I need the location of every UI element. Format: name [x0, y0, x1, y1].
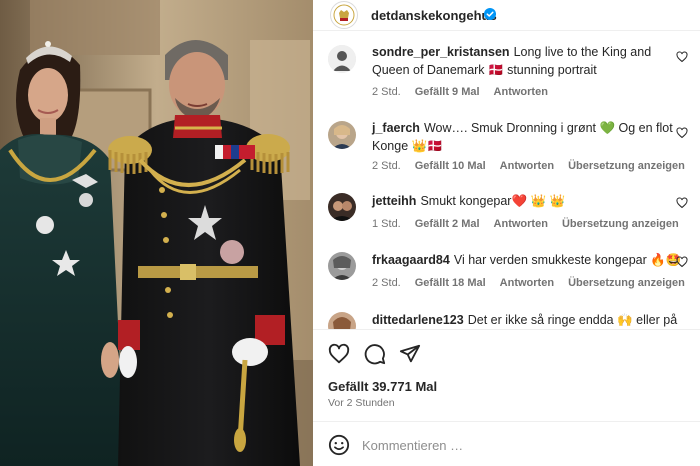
comment-meta: 2 Std. Gefällt 10 Mal Antworten Übersetzung… — [372, 160, 699, 172]
translate-button[interactable]: Übersetzung anzeigen — [568, 277, 685, 289]
commenter-avatar[interactable] — [328, 121, 356, 149]
comment-text: Det er ikke så ringe endda 🙌 eller på — [467, 313, 678, 327]
commenter-avatar[interactable] — [328, 193, 356, 221]
comment-time[interactable]: 2 Std. — [372, 160, 401, 172]
translate-button[interactable]: Übersetzung anzeigen — [568, 160, 685, 172]
comment-time[interactable]: 2 Std. — [372, 277, 401, 289]
comment-text-block: frkaagaard84 Vi har verden smukkeste kong… — [372, 251, 690, 269]
post-side-panel: detdanskekongehus sondre_per_kristansen L… — [313, 0, 700, 466]
commenter-avatar[interactable] — [328, 45, 356, 73]
comment-username[interactable]: dittedarlene123 — [372, 313, 464, 327]
comments-list[interactable]: sondre_per_kristansen Long live to the Ki… — [313, 31, 700, 329]
send-icon[interactable] — [399, 343, 421, 365]
comment-text: Smukt kongepar❤️ 👑 👑 — [420, 194, 566, 208]
comment-input[interactable] — [362, 432, 662, 458]
reply-button[interactable]: Antworten — [494, 218, 548, 230]
comment-username[interactable]: sondre_per_kristansen — [372, 45, 510, 59]
likes-count[interactable]: Gefällt 39.771 Mal — [328, 379, 437, 394]
comment-meta: 2 Std. Gefällt 9 Mal Antworten — [372, 86, 562, 98]
account-avatar[interactable] — [330, 1, 358, 29]
add-comment-bar — [313, 421, 700, 466]
emoji-icon[interactable] — [328, 434, 350, 456]
comment-time[interactable]: 2 Std. — [372, 86, 401, 98]
comment-text-block: dittedarlene123 Det er ikke så ringe endd… — [372, 311, 690, 329]
comment-username[interactable]: j_faerch — [372, 121, 420, 135]
reply-button[interactable]: Antworten — [500, 160, 554, 172]
reply-button[interactable]: Antworten — [500, 277, 554, 289]
comment-likes[interactable]: Gefällt 18 Mal — [415, 277, 486, 289]
user-silhouette-icon — [328, 45, 356, 73]
comment-username[interactable]: jetteihh — [372, 194, 416, 208]
comment-like-heart-icon[interactable] — [676, 256, 688, 268]
post-photo[interactable] — [0, 0, 313, 466]
heart-icon[interactable] — [328, 343, 350, 365]
comment-username[interactable]: frkaagaard84 — [372, 253, 450, 267]
comment-icon[interactable] — [364, 343, 386, 365]
comment-like-heart-icon[interactable] — [676, 197, 688, 209]
comment-like-heart-icon[interactable] — [676, 127, 688, 139]
user-photo-icon — [328, 252, 356, 280]
post-timestamp[interactable]: Vor 2 Stunden — [328, 397, 395, 409]
royal-portrait-image — [0, 0, 313, 466]
comment-like-heart-icon[interactable] — [676, 51, 688, 63]
user-photo-icon — [328, 193, 356, 221]
user-photo-icon — [328, 121, 356, 149]
comment-likes[interactable]: Gefällt 9 Mal — [415, 86, 480, 98]
reply-button[interactable]: Antworten — [494, 86, 548, 98]
royal-crest-icon — [333, 4, 355, 26]
post-action-bar — [313, 329, 700, 375]
commenter-avatar[interactable] — [328, 252, 356, 280]
comment-time[interactable]: 1 Std. — [372, 218, 401, 230]
comment-likes[interactable]: Gefällt 2 Mal — [415, 218, 480, 230]
account-username[interactable]: detdanskekongehus — [371, 8, 497, 23]
user-photo-icon — [328, 312, 356, 329]
post-header: detdanskekongehus — [313, 0, 700, 31]
translate-button[interactable]: Übersetzung anzeigen — [562, 218, 679, 230]
verified-badge-icon — [484, 8, 496, 20]
comment-meta: 1 Std. Gefällt 2 Mal Antworten Übersetzung … — [372, 218, 693, 230]
comment-text-block: jetteihh Smukt kongepar❤️ 👑 👑 — [372, 192, 690, 210]
comment-text-block: j_faerch Wow…. Smuk Dronning i grønt 💚 Og… — [372, 119, 690, 155]
comment-text-block: sondre_per_kristansen Long live to the Ki… — [372, 43, 690, 79]
comment-text: Vi har verden smukkeste kongepar 🔥🤩 — [453, 253, 682, 267]
commenter-avatar[interactable] — [328, 312, 356, 329]
comment-likes[interactable]: Gefällt 10 Mal — [415, 160, 486, 172]
comment-meta: 2 Std. Gefällt 18 Mal Antworten Übersetzung… — [372, 277, 699, 289]
